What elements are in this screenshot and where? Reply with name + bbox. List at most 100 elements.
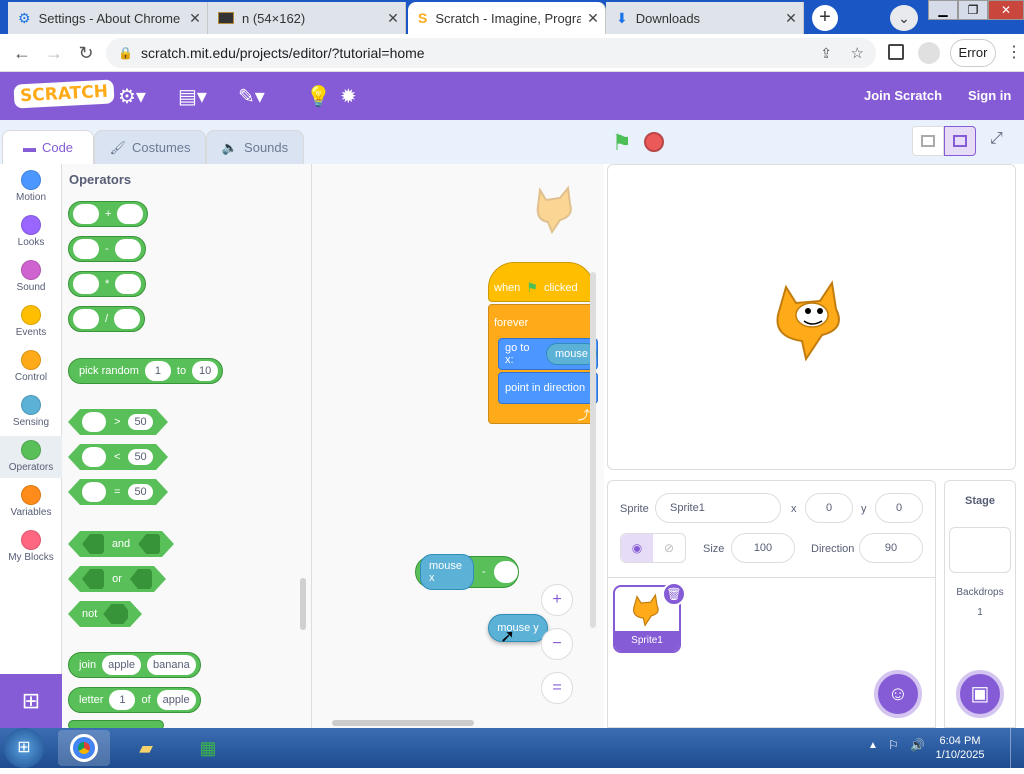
category-my-blocks[interactable]: My Blocks [0, 530, 62, 563]
choose-backdrop-button[interactable]: ▣ [956, 670, 1004, 718]
close-icon[interactable]: ✕ [779, 10, 803, 27]
side-panel-icon[interactable] [888, 44, 904, 60]
block-when-flag-clicked[interactable]: when ⚑ clicked [488, 262, 594, 302]
volume-icon[interactable]: 🔊 [910, 738, 925, 752]
zoom-out-button[interactable]: − [541, 628, 573, 660]
block-add[interactable]: + [68, 201, 149, 227]
block-input[interactable]: 50 [128, 449, 152, 465]
code-workspace[interactable]: when ⚑ clicked forever go to x: mouse po… [312, 164, 604, 728]
category-events[interactable]: Events [0, 305, 62, 338]
code-scrollbar-horizontal[interactable] [332, 720, 474, 726]
block-multiply[interactable]: * [68, 271, 147, 297]
file-explorer-icon[interactable]: ▰ [120, 730, 172, 766]
block-not[interactable]: not [68, 601, 142, 627]
small-stage-button[interactable] [912, 126, 944, 156]
y-input[interactable]: 0 [875, 493, 923, 523]
block-input[interactable]: apple [102, 655, 142, 675]
block-input[interactable]: 1 [109, 690, 136, 710]
tab-settings[interactable]: ⚙ Settings - About Chrome ✕ [8, 2, 208, 34]
block-pick-random[interactable]: pick random 1 to 10 [68, 358, 224, 384]
zoom-reset-button[interactable]: = [541, 672, 573, 704]
category-variables[interactable]: Variables [0, 485, 62, 518]
show-desktop-button[interactable] [1010, 728, 1024, 768]
tab-search-button[interactable]: ⌄ [890, 5, 918, 31]
reload-icon[interactable]: ↻ [74, 41, 98, 65]
direction-input[interactable]: 90 [859, 533, 923, 563]
show-eye-icon[interactable]: ◉ [621, 534, 653, 562]
code-scrollbar-vertical[interactable] [590, 272, 596, 628]
tray-arrow-icon[interactable]: ▲ [868, 740, 878, 751]
palette-scrollbar[interactable] [300, 578, 306, 630]
visibility-toggle[interactable]: ◉ ⊘ [620, 533, 686, 563]
tab-sounds[interactable]: 🔈 Sounds [206, 130, 304, 164]
block-input[interactable]: 1 [144, 361, 171, 381]
block-subtract-mouse-x[interactable]: mouse x - [415, 554, 519, 590]
sign-in-link[interactable]: Sign in [968, 88, 1011, 103]
block-point-in-direction[interactable]: point in direction [498, 372, 598, 404]
close-icon[interactable]: ✕ [183, 10, 207, 27]
url-bar[interactable]: 🔒 scratch.mit.edu/projects/editor/?tutor… [106, 38, 876, 68]
category-sensing[interactable]: Sensing [0, 395, 62, 428]
backdrop-thumbnail[interactable] [949, 527, 1011, 573]
zoom-in-button[interactable]: + [541, 584, 573, 616]
add-extension-button[interactable]: ⊞ [0, 674, 62, 728]
sprite-name-input[interactable]: Sprite1 [655, 493, 781, 523]
block-divide[interactable]: / [68, 306, 146, 332]
file-menu-icon[interactable]: ▤▾ [178, 84, 207, 109]
minimize-button[interactable]: ▁ [928, 0, 958, 20]
taskbar-clock[interactable]: 6:04 PM 1/10/2025 [930, 734, 990, 762]
settings-gear-icon[interactable]: ⚙▾ [118, 84, 146, 109]
tab-costumes[interactable]: 🖌 Costumes [94, 130, 206, 164]
cat-sprite[interactable] [766, 273, 856, 363]
error-button[interactable]: Error [950, 39, 996, 67]
maximize-button[interactable]: ❐ [958, 0, 988, 20]
back-arrow-icon[interactable]: ← [10, 41, 34, 65]
delete-sprite-button[interactable]: 🗑 [662, 582, 686, 606]
network-icon[interactable]: ⚐ [888, 738, 899, 752]
block-greater-than[interactable]: >50 [68, 409, 168, 435]
new-tab-button[interactable]: + [812, 5, 838, 31]
join-scratch-link[interactable]: Join Scratch [864, 88, 942, 103]
category-looks[interactable]: Looks [0, 215, 62, 248]
store-icon[interactable]: ▦ [182, 730, 234, 766]
block-partial[interactable] [68, 720, 164, 728]
block-join[interactable]: join apple banana [68, 652, 201, 678]
tab-downloads[interactable]: ⬇ Downloads ✕ [606, 2, 804, 34]
green-flag-button[interactable]: ⚑ [612, 130, 632, 156]
block-input[interactable]: apple [156, 690, 196, 710]
profile-avatar[interactable] [918, 42, 940, 64]
size-input[interactable]: 100 [731, 533, 795, 563]
tab-image[interactable]: n (54×162) ✕ [208, 2, 406, 34]
block-input[interactable]: 50 [128, 484, 152, 500]
block-less-than[interactable]: <50 [68, 444, 168, 470]
category-control[interactable]: Control [0, 350, 62, 383]
category-motion[interactable]: Motion [0, 170, 62, 203]
stage-canvas[interactable] [607, 164, 1016, 470]
block-input[interactable]: 50 [128, 414, 152, 430]
stop-button[interactable] [644, 132, 664, 152]
star-icon[interactable]: ☆ [851, 44, 864, 62]
block-input[interactable]: 10 [192, 361, 219, 381]
edit-pencil-icon[interactable]: ✎▾ [238, 84, 265, 109]
close-icon[interactable]: ✕ [381, 10, 405, 27]
chrome-taskbar-icon[interactable] [58, 730, 110, 766]
block-and[interactable]: and [68, 531, 174, 557]
block-input[interactable] [493, 561, 518, 583]
share-icon[interactable]: ⇪ [820, 45, 832, 62]
forward-arrow-icon[interactable]: → [42, 41, 66, 65]
x-input[interactable]: 0 [805, 493, 853, 523]
block-input[interactable]: banana [147, 655, 196, 675]
tab-code[interactable]: ▬ Code [2, 130, 94, 164]
block-equals[interactable]: = 50 [68, 479, 168, 505]
choose-sprite-button[interactable]: ☺ [874, 670, 922, 718]
start-button[interactable]: ⊞ [4, 728, 44, 768]
scratch-logo[interactable]: SCRATCH [13, 79, 115, 109]
large-stage-button[interactable] [944, 126, 976, 156]
block-subtract[interactable]: - [68, 236, 146, 262]
reporter-mouse-y[interactable]: mouse y [488, 614, 548, 642]
block-letter-of[interactable]: letter 1 of apple [68, 687, 201, 713]
block-go-to-xy[interactable]: go to x: mouse [498, 338, 598, 370]
tab-scratch[interactable]: S Scratch - Imagine, Progra ✕ [408, 2, 606, 34]
close-icon[interactable]: ✕ [581, 10, 605, 27]
kebab-menu-icon[interactable]: ⋮ [1006, 42, 1022, 62]
